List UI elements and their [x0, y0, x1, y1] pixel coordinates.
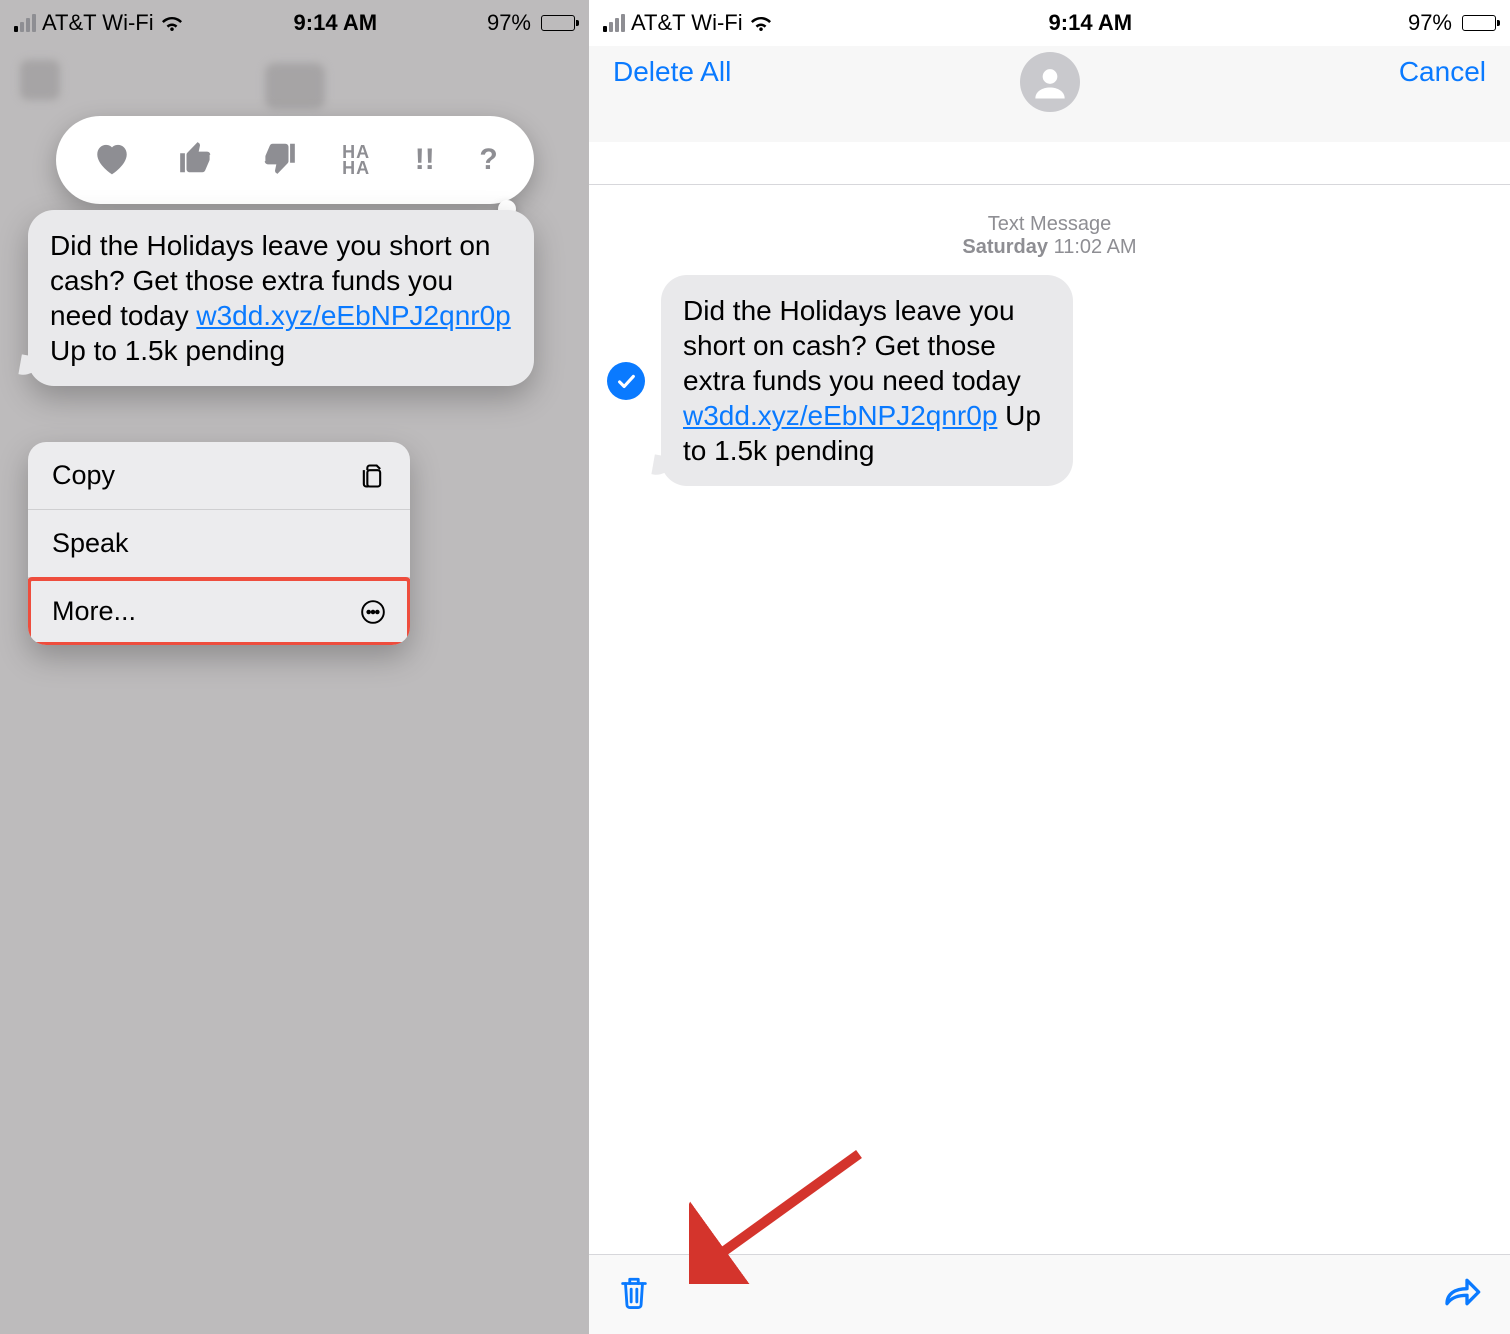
blurred-nav: [0, 46, 589, 126]
left-screenshot: AT&T Wi-Fi 9:14 AM 97%: [0, 0, 589, 1334]
message-link[interactable]: w3dd.xyz/eEbNPJ2qnr0p: [196, 300, 510, 331]
copy-icon: [358, 462, 386, 490]
message-text-pre: Did the Holidays leave you short on cash…: [683, 295, 1021, 396]
carrier-label: AT&T Wi-Fi: [631, 10, 743, 36]
message-bubble[interactable]: Did the Holidays leave you short on cash…: [28, 210, 534, 386]
carrier-label: AT&T Wi-Fi: [42, 10, 154, 36]
annotation-arrow-icon: [689, 1144, 869, 1284]
timestamp-day: Saturday: [962, 236, 1048, 258]
trash-icon[interactable]: [617, 1273, 651, 1316]
menu-copy[interactable]: Copy: [28, 442, 410, 510]
message-timestamp: Text Message Saturday 11:02 AM: [589, 213, 1510, 259]
battery-icon: [1458, 15, 1496, 31]
menu-more[interactable]: More...: [28, 578, 410, 645]
wifi-icon: [160, 14, 184, 32]
menu-copy-label: Copy: [52, 460, 115, 491]
thumbs-down-icon[interactable]: [260, 139, 298, 182]
clock: 9:14 AM: [1049, 10, 1133, 36]
message-row: Did the Holidays leave you short on cash…: [589, 259, 1510, 486]
cellular-signal-icon: [14, 14, 36, 32]
wifi-icon: [749, 14, 773, 32]
cancel-button[interactable]: Cancel: [1399, 56, 1486, 88]
menu-more-label: More...: [52, 596, 136, 627]
forward-icon[interactable]: [1442, 1275, 1482, 1314]
battery-icon: [537, 15, 575, 31]
timestamp-time: 11:02 AM: [1054, 236, 1137, 258]
cellular-signal-icon: [603, 14, 625, 32]
message-bubble[interactable]: Did the Holidays leave you short on cash…: [661, 275, 1073, 486]
menu-speak[interactable]: Speak: [28, 510, 410, 578]
context-menu: Copy Speak More...: [28, 442, 410, 645]
question-icon[interactable]: ?: [479, 143, 497, 177]
battery-pct: 97%: [1408, 10, 1452, 36]
right-screenshot: AT&T Wi-Fi 9:14 AM 97% Delete All Cancel: [589, 0, 1510, 1334]
delete-all-button[interactable]: Delete All: [613, 56, 731, 88]
nav-separator: [589, 184, 1510, 185]
ellipsis-circle-icon: [360, 599, 386, 625]
clock: 9:14 AM: [294, 10, 378, 36]
contact-avatar-icon[interactable]: [1020, 52, 1080, 112]
selection-check-icon[interactable]: [607, 362, 645, 400]
message-link[interactable]: w3dd.xyz/eEbNPJ2qnr0p: [683, 400, 997, 431]
message-text-post: Up to 1.5k pending: [50, 335, 285, 366]
exclaim-icon[interactable]: !!: [415, 143, 435, 177]
thumbs-up-icon[interactable]: [177, 139, 215, 182]
timestamp-label: Text Message: [589, 213, 1510, 236]
menu-speak-label: Speak: [52, 528, 129, 559]
haha-icon[interactable]: HAHA: [342, 144, 370, 176]
heart-icon[interactable]: [92, 140, 132, 181]
status-bar: AT&T Wi-Fi 9:14 AM 97%: [0, 0, 589, 46]
status-bar: AT&T Wi-Fi 9:14 AM 97%: [589, 0, 1510, 46]
battery-pct: 97%: [487, 10, 531, 36]
tapback-reaction-bar: HAHA !! ?: [56, 116, 534, 204]
nav-bar: Delete All Cancel: [589, 46, 1510, 142]
